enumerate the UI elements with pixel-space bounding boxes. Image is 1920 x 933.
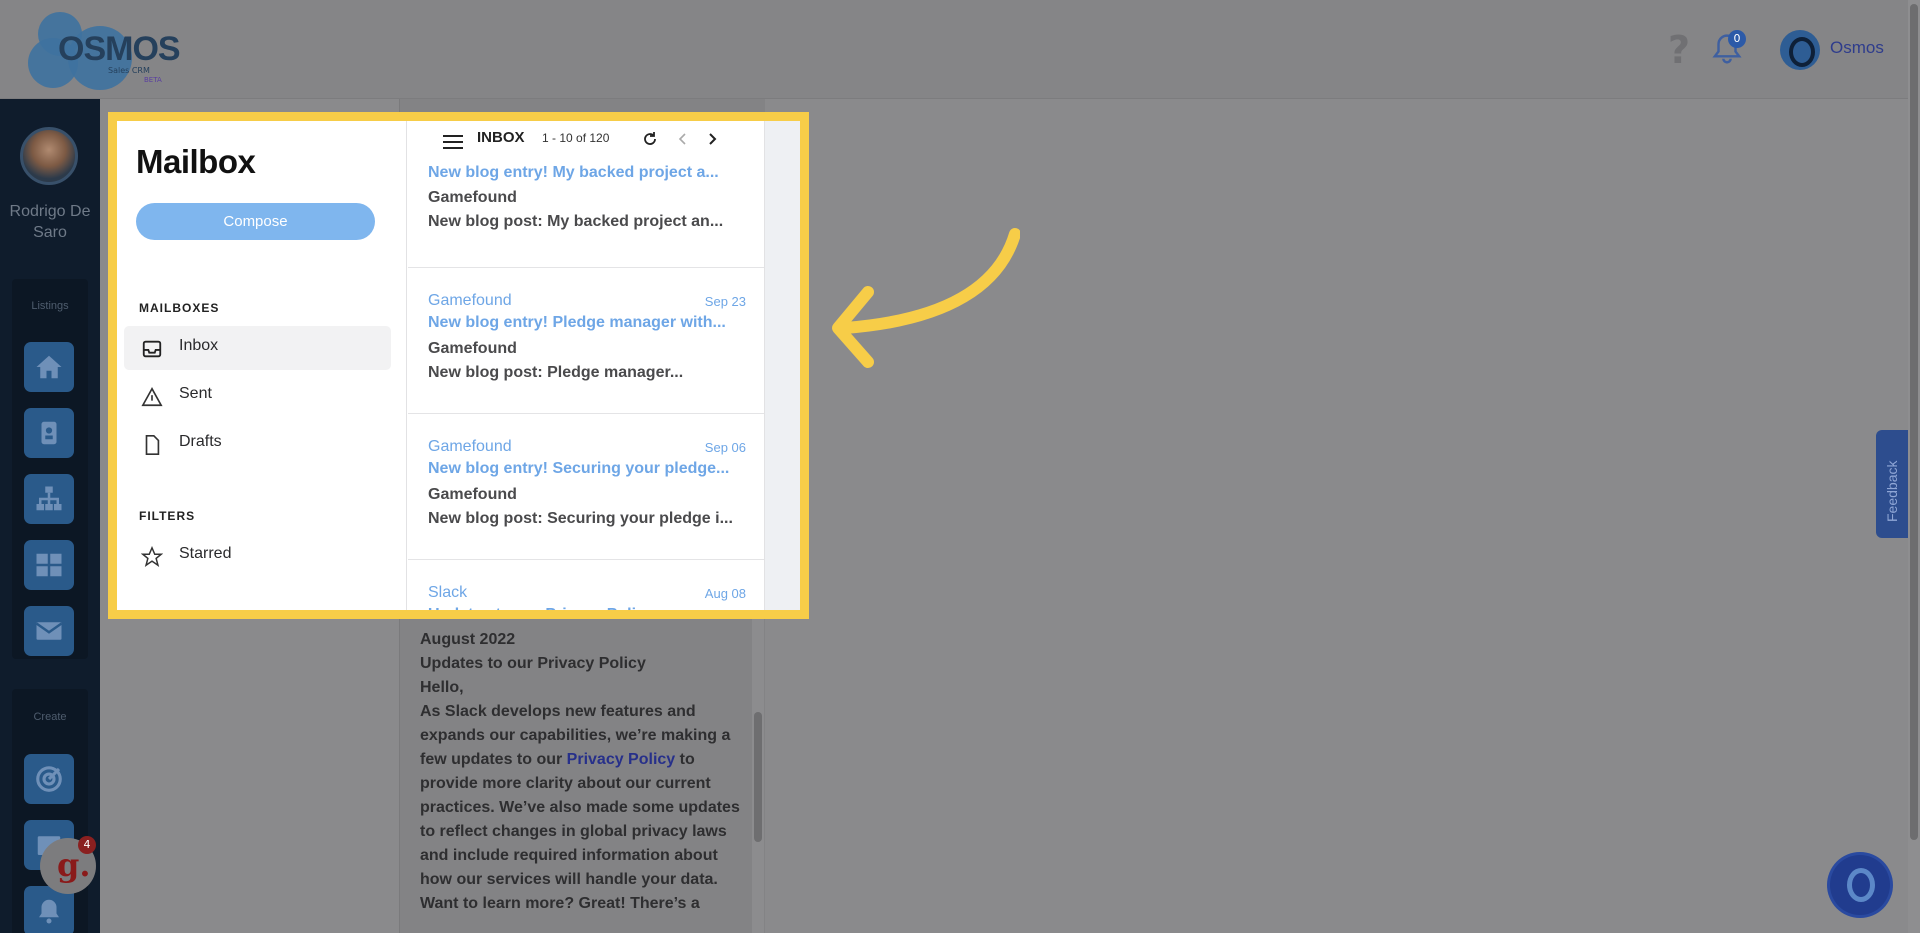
org-chart-icon	[36, 486, 62, 511]
message-subject: New blog entry! Pledge manager with...	[428, 314, 726, 331]
osmos-logo[interactable]: OSMOS Sales CRM BETA	[24, 8, 181, 90]
email-body-line: August 2022	[420, 631, 516, 648]
filters-heading: FILTERS	[139, 509, 196, 523]
feedback-tab[interactable]: Feedback	[1876, 430, 1910, 538]
logo-text: OSMOS	[58, 30, 181, 68]
message-date: Sep 23	[704, 294, 746, 309]
email-body-paragraph: As Slack develops new features and expan…	[420, 703, 740, 912]
mailbox-item-label: Sent	[179, 385, 212, 402]
mailbox-item-label: Drafts	[179, 433, 222, 450]
list-item[interactable]: New blog entry! My backed project a... G…	[408, 161, 764, 268]
contacts-button[interactable]	[24, 408, 74, 458]
logo-beta: BETA	[144, 76, 162, 84]
message-preview: New blog post: Pledge manager...	[428, 364, 684, 381]
mailbox-item-drafts[interactable]: Drafts	[124, 422, 391, 466]
mailbox-item-sent[interactable]: Sent	[124, 374, 391, 418]
help-icon[interactable]: ?	[1668, 28, 1690, 72]
star-icon	[141, 546, 163, 567]
contact-card-icon	[41, 421, 57, 445]
page-scroll-thumb[interactable]	[1910, 4, 1918, 840]
mail-list-scroll-thumb[interactable]	[754, 712, 762, 842]
user-avatar-logo[interactable]	[1780, 30, 1820, 70]
dashboard-grid-icon	[36, 553, 62, 577]
logo-sub: Sales CRM	[108, 66, 150, 75]
filter-item-label: Starred	[179, 545, 232, 562]
inbox-toolbar: INBOX 1 - 10 of 120	[408, 121, 764, 161]
mail-button[interactable]	[24, 606, 74, 656]
message-from: Gamefound	[428, 438, 512, 455]
listings-label: Listings	[31, 300, 69, 312]
mailbox-sidebar: Mailbox Compose MAILBOXES Inbox Sent Dra…	[117, 121, 407, 610]
mailbox-title: Mailbox	[136, 143, 256, 180]
create-label: Create	[33, 711, 67, 723]
message-date: Sep 06	[704, 440, 746, 455]
annotation-arrow-icon	[832, 228, 1020, 368]
email-body-line: Updates to our Privacy Policy	[420, 655, 646, 672]
chat-launcher-button[interactable]	[1830, 855, 1890, 915]
message-preview: New blog post: My backed project an...	[428, 213, 724, 230]
left-sidebar: Rodrigo De Saro Listings Create	[0, 99, 100, 933]
message-preview: New blog post: Securing your pledge i...	[428, 510, 733, 527]
list-item[interactable]: Gamefound Sep 23 New blog entry! Pledge …	[408, 268, 764, 414]
message-from: Slack	[428, 584, 468, 601]
chevron-right-icon[interactable]	[705, 131, 719, 147]
email-body-preview: August 2022 Updates to our Privacy Polic…	[420, 628, 740, 916]
message-subject: New blog entry! Securing your pledge...	[428, 460, 730, 477]
highlighted-mailbox-panel: Mailbox Compose MAILBOXES Inbox Sent Dra…	[108, 112, 809, 619]
home-button[interactable]	[24, 342, 74, 392]
privacy-policy-link[interactable]: Privacy Policy	[567, 751, 676, 768]
inbox-scroll-rail[interactable]	[764, 121, 800, 610]
list-item[interactable]: Gamefound Sep 06 New blog entry! Securin…	[408, 414, 764, 560]
email-body-line: Hello,	[420, 679, 464, 696]
chevron-left-icon[interactable]	[676, 131, 690, 147]
message-date: Aug 08	[704, 586, 746, 601]
message-sender: Gamefound	[428, 189, 517, 206]
inbox-list: New blog entry! My backed project a... G…	[408, 121, 764, 610]
dashboard-button[interactable]	[24, 540, 74, 590]
drafts-icon	[145, 435, 160, 455]
inbox-label: INBOX	[477, 129, 525, 146]
target-icon	[36, 766, 62, 792]
mail-icon	[35, 622, 63, 640]
mailbox-item-label: Inbox	[179, 337, 219, 354]
organization-button[interactable]	[24, 474, 74, 524]
mailboxes-heading: MAILBOXES	[139, 301, 220, 315]
bell-icon	[39, 899, 59, 924]
user-menu-name[interactable]: Osmos	[1830, 38, 1884, 58]
message-sender: Gamefound	[428, 340, 517, 357]
mailbox-item-inbox[interactable]: Inbox	[124, 326, 391, 370]
message-sender: Gamefound	[428, 486, 517, 503]
refresh-icon[interactable]	[642, 131, 658, 147]
compose-button[interactable]: Compose	[136, 203, 375, 240]
inbox-count: 1 - 10 of 120	[542, 131, 610, 145]
top-header: OSMOS Sales CRM BETA ? 0 Osmos	[0, 0, 1908, 99]
inbox-icon	[142, 340, 162, 358]
filter-item-starred[interactable]: Starred	[124, 534, 391, 578]
message-subject: New blog entry! My backed project a...	[428, 164, 719, 181]
g-widget-count: 4	[78, 836, 96, 854]
message-from: Gamefound	[428, 292, 512, 309]
list-item[interactable]: Slack Aug 08 Updates to our Privacy Poli…	[408, 560, 764, 619]
sidebar-user-name: Rodrigo De Saro	[9, 203, 91, 241]
sent-icon	[141, 387, 163, 407]
create-target-button[interactable]	[24, 754, 74, 804]
listings-section	[12, 279, 88, 659]
user-avatar[interactable]	[20, 127, 78, 185]
feedback-label: Feedback	[1884, 460, 1900, 522]
hamburger-menu-icon[interactable]	[443, 134, 463, 150]
home-icon	[36, 355, 62, 379]
notification-count-badge: 0	[1728, 30, 1746, 48]
message-subject: Updates to our Privacy Policy	[428, 606, 654, 619]
